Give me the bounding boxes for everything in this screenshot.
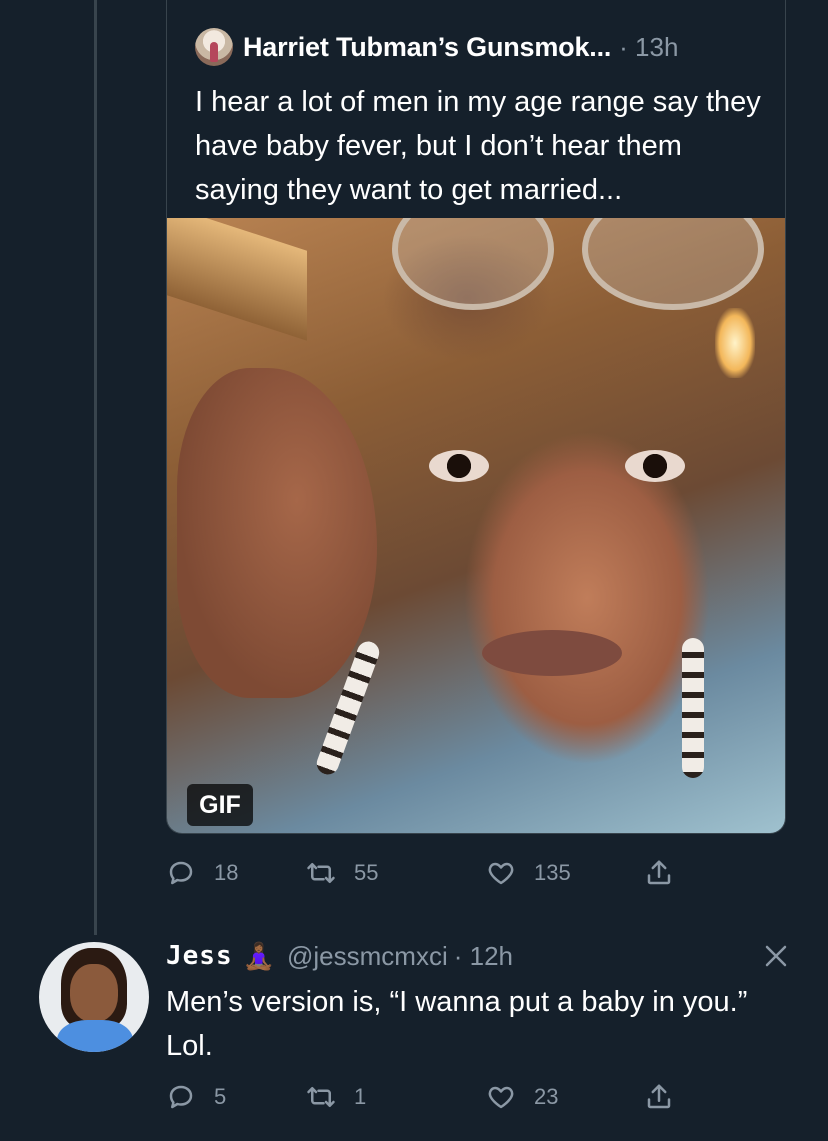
gif-badge: GIF (187, 784, 253, 826)
like-button[interactable]: 135 (486, 853, 571, 893)
retweet-icon (307, 863, 335, 883)
quoted-tweet-text: I hear a lot of men in my age range say … (195, 86, 761, 206)
retweet-count: 55 (354, 860, 379, 885)
share-icon (647, 1084, 671, 1109)
reply-author-avatar[interactable] (39, 942, 149, 1052)
gif-eye-right (625, 450, 685, 482)
share-icon (647, 860, 671, 885)
quoted-tweet-header: Harriet Tubman’s Gunsmok... · 13h (195, 28, 678, 66)
like-button[interactable]: 23 (486, 1077, 558, 1117)
quoted-tweet-time[interactable]: · 13h (619, 32, 678, 63)
quoted-tweet-card[interactable]: Harriet Tubman’s Gunsmok... · 13h I hear… (166, 0, 786, 834)
reply-button[interactable]: 18 (166, 853, 238, 893)
gif-earring-right (682, 638, 704, 778)
close-icon (765, 945, 787, 967)
share-button[interactable] (644, 1077, 674, 1117)
retweet-button[interactable]: 55 (306, 853, 378, 893)
reply-button[interactable]: 5 (166, 1077, 226, 1117)
close-button[interactable] (760, 940, 792, 972)
quoted-tweet-gif[interactable]: GIF (167, 218, 785, 833)
like-count: 23 (534, 1084, 559, 1109)
retweet-icon (307, 1087, 335, 1107)
quoted-author-name[interactable]: Harriet Tubman’s Gunsmok... (243, 32, 611, 63)
reply-author-emoji: 🧘🏾‍♀️ (242, 940, 275, 971)
quoted-author-avatar[interactable] (195, 28, 233, 66)
gif-glasses-right (582, 218, 764, 310)
quoted-tweet-action-bar: 18 55 135 (166, 853, 726, 893)
reply-author-name[interactable]: Jess (166, 941, 233, 971)
thread-connector-line (94, 0, 97, 935)
reply-count: 18 (214, 860, 239, 885)
reply-icon (169, 861, 193, 885)
reply-tweet-time[interactable]: · 12h (454, 941, 513, 972)
avatar-shirt (57, 1020, 133, 1052)
share-button[interactable] (644, 853, 674, 893)
reply-count: 5 (214, 1084, 227, 1109)
reply-tweet-action-bar: 5 1 23 (166, 1077, 726, 1117)
gif-glasses-left (392, 218, 554, 310)
like-icon (488, 1086, 514, 1109)
reply-icon (169, 1085, 193, 1109)
reply-tweet-text: Men’s version is, “I wanna put a baby in… (166, 986, 748, 1062)
avatar-face (70, 964, 118, 1022)
background-lamp (715, 308, 755, 378)
reply-tweet-header: Jess 🧘🏾‍♀️ @jessmcmxci · 12h (166, 936, 513, 976)
retweet-count: 1 (354, 1084, 367, 1109)
gif-eye-left (429, 450, 489, 482)
retweet-button[interactable]: 1 (306, 1077, 366, 1117)
background-beam (167, 218, 307, 341)
gif-lips (482, 630, 622, 676)
like-count: 135 (534, 860, 571, 885)
gif-hand (177, 368, 377, 698)
reply-author-handle[interactable]: @jessmcmxci (287, 941, 448, 972)
like-icon (488, 862, 514, 885)
